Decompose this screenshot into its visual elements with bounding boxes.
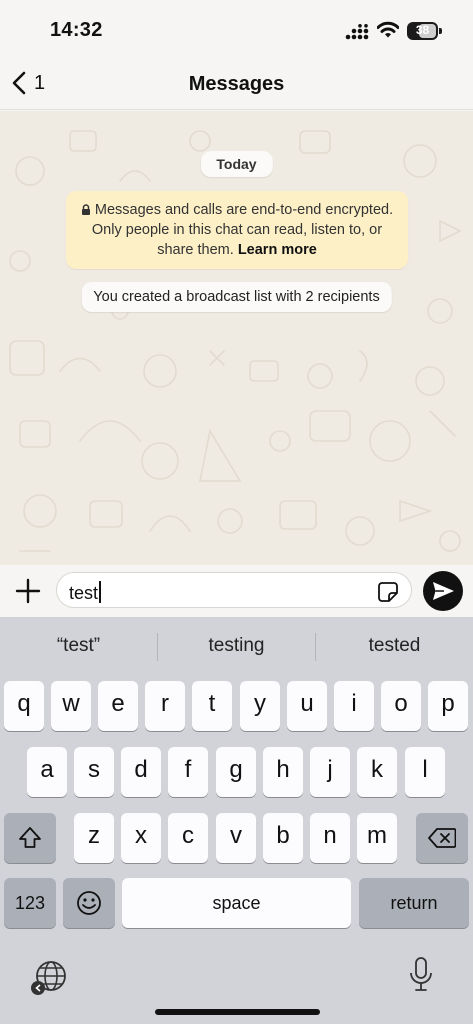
key-u[interactable]: u xyxy=(287,681,327,731)
key-p[interactable]: p xyxy=(428,681,468,731)
key-r[interactable]: r xyxy=(145,681,185,731)
key-n[interactable]: n xyxy=(310,813,350,863)
chat-header: 1 Messages xyxy=(0,60,473,110)
key-t[interactable]: t xyxy=(192,681,232,731)
key-i[interactable]: i xyxy=(334,681,374,731)
key-b[interactable]: b xyxy=(263,813,303,863)
key-x[interactable]: x xyxy=(121,813,161,863)
backspace-icon xyxy=(428,828,456,848)
suggestion-1[interactable]: “test” xyxy=(0,635,157,657)
keyboard-footer xyxy=(0,953,473,1013)
status-time: 14:32 xyxy=(50,19,103,41)
key-a[interactable]: a xyxy=(27,747,67,797)
status-bar: 14:32 38 xyxy=(0,0,473,60)
suggestion-bar: “test” testing tested xyxy=(0,617,473,675)
encryption-notice[interactable]: Messages and calls are end-to-end encryp… xyxy=(66,191,408,269)
key-j[interactable]: j xyxy=(310,747,350,797)
suggestion-2[interactable]: testing xyxy=(158,635,315,657)
send-button[interactable] xyxy=(423,571,463,611)
chat-wallpaper xyxy=(9,130,462,552)
composer-bar: test xyxy=(0,565,473,617)
shift-key[interactable] xyxy=(4,813,56,863)
globe-icon[interactable] xyxy=(30,959,68,997)
home-indicator[interactable] xyxy=(155,1009,320,1015)
lock-icon xyxy=(81,204,90,215)
plus-icon[interactable] xyxy=(14,577,42,605)
date-separator: Today xyxy=(200,151,273,177)
key-c[interactable]: c xyxy=(168,813,208,863)
key-d[interactable]: d xyxy=(121,747,161,797)
chat-title[interactable]: Messages xyxy=(0,73,473,96)
key-w[interactable]: w xyxy=(51,681,91,731)
key-z[interactable]: z xyxy=(74,813,114,863)
key-g[interactable]: g xyxy=(216,747,256,797)
learn-more-link[interactable]: Learn more xyxy=(238,242,317,258)
text-caret xyxy=(99,581,102,603)
backspace-key[interactable] xyxy=(416,813,468,863)
key-s[interactable]: s xyxy=(74,747,114,797)
sticker-icon[interactable] xyxy=(377,581,399,603)
suggestion-3[interactable]: tested xyxy=(316,635,473,657)
key-h[interactable]: h xyxy=(263,747,303,797)
key-y[interactable]: y xyxy=(240,681,280,731)
battery-icon: 38 xyxy=(407,22,442,40)
key-l[interactable]: l xyxy=(405,747,445,797)
space-key[interactable]: space xyxy=(122,878,351,928)
emoji-key[interactable] xyxy=(63,878,115,928)
shift-icon xyxy=(19,827,41,848)
numbers-key[interactable]: 123 xyxy=(4,878,56,928)
system-message: You created a broadcast list with 2 reci… xyxy=(81,282,392,312)
send-icon xyxy=(433,582,454,600)
microphone-icon[interactable] xyxy=(408,957,434,993)
return-key[interactable]: return xyxy=(359,878,469,928)
key-k[interactable]: k xyxy=(357,747,397,797)
keyboard: “test” testing tested q w e r t y u i o … xyxy=(0,617,473,1024)
emoji-icon xyxy=(77,891,101,915)
cellular-signal-icon xyxy=(345,24,369,40)
wifi-icon xyxy=(377,21,399,38)
key-m[interactable]: m xyxy=(357,813,397,863)
key-f[interactable]: f xyxy=(168,747,208,797)
battery-level: 38 xyxy=(415,23,430,37)
key-v[interactable]: v xyxy=(216,813,256,863)
key-q[interactable]: q xyxy=(4,681,44,731)
chat-area[interactable]: Today Messages and calls are end-to-end … xyxy=(0,111,473,565)
key-e[interactable]: e xyxy=(98,681,138,731)
message-input[interactable]: test xyxy=(56,572,412,608)
key-o[interactable]: o xyxy=(381,681,421,731)
message-input-value: test xyxy=(69,583,99,603)
